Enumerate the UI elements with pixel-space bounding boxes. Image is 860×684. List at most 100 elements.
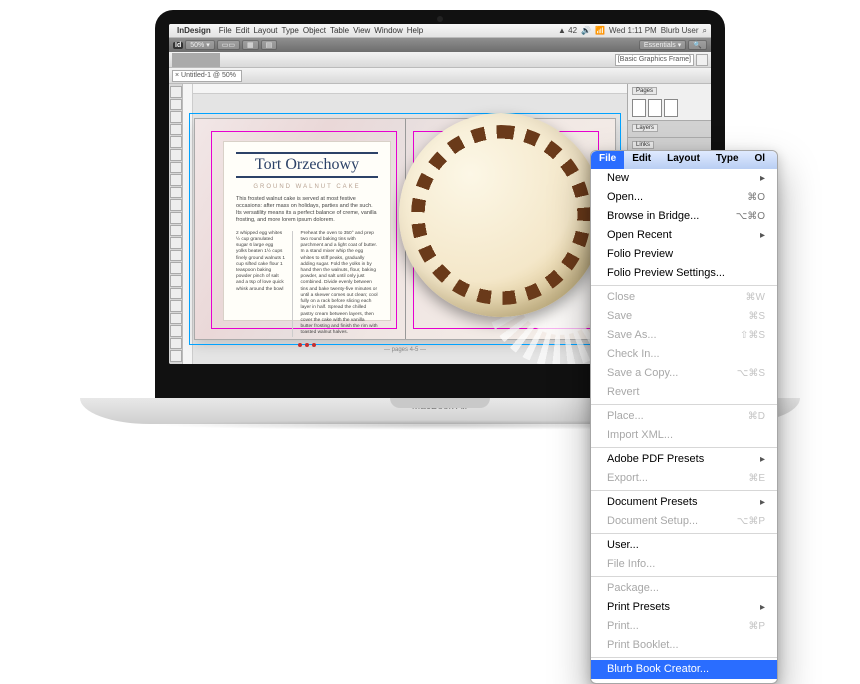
menu-item-folio-preview[interactable]: Folio Preview — [591, 245, 777, 264]
menu-item-package: Package... — [591, 579, 777, 598]
tool-button[interactable] — [170, 199, 182, 211]
screen-mode[interactable]: ▦ — [242, 40, 259, 50]
trackpad-notch — [390, 398, 490, 408]
recipe-text-frame[interactable]: Tort Orzechowy GROUND WALNUT CAKE This f… — [223, 141, 391, 321]
tool-button[interactable] — [170, 237, 182, 249]
menu-item-print-presets[interactable]: Print Presets — [591, 598, 777, 617]
view-options[interactable]: ▭▭ — [217, 40, 240, 50]
mac-menu-file[interactable]: File — [219, 26, 232, 35]
tool-button[interactable] — [170, 174, 182, 186]
mac-menu-edit[interactable]: Edit — [236, 26, 250, 35]
mac-menubar: InDesign File EditLayout Type Object Table Vi… — [169, 24, 711, 38]
menu-separator — [591, 490, 777, 491]
recipe-ingredients: 2 whipped egg whites ½ cup granulated su… — [236, 231, 293, 337]
mac-menu-help[interactable]: Help — [407, 26, 423, 35]
tool-button[interactable] — [170, 187, 182, 199]
menu-item-document-presets[interactable]: Document Presets — [591, 493, 777, 512]
tool-button[interactable] — [170, 212, 182, 224]
menu-separator — [591, 404, 777, 405]
tool-button[interactable] — [170, 288, 182, 300]
recipe-ornament — [236, 343, 378, 347]
ruler-horizontal[interactable] — [183, 84, 627, 94]
mac-menu-type[interactable]: Type — [282, 26, 299, 35]
tool-button[interactable] — [170, 350, 182, 362]
mac-menu-object[interactable]: Object — [303, 26, 326, 35]
control-button[interactable] — [218, 53, 220, 67]
menu-item-print-booklet: Print Booklet... — [591, 636, 777, 655]
links-tab[interactable]: Links — [632, 141, 654, 149]
doc-tab[interactable]: × Untitled-1 @ 50% — [172, 70, 242, 82]
tool-button[interactable] — [170, 162, 182, 174]
menu-item-print: Print...⌘P — [591, 617, 777, 636]
menu-separator — [591, 447, 777, 448]
page-thumb[interactable] — [664, 99, 678, 117]
page-thumb[interactable] — [632, 99, 646, 117]
page-thumb[interactable] — [648, 99, 662, 117]
tool-button[interactable] — [170, 262, 182, 274]
tool-button[interactable] — [170, 300, 182, 312]
mac-menu-view[interactable]: View — [353, 26, 370, 35]
control-flyout[interactable] — [696, 54, 708, 66]
indesign-badge-icon: Id — [173, 42, 183, 49]
layers-panel[interactable]: Layers — [628, 121, 711, 138]
pages-tab[interactable]: Pages — [632, 87, 657, 95]
tool-button[interactable] — [170, 99, 182, 111]
menu-tab-layout[interactable]: Layout — [659, 151, 708, 169]
mac-menu-table[interactable]: Table — [330, 26, 349, 35]
mac-menu-layout[interactable]: Layout — [253, 26, 277, 35]
tool-button[interactable] — [170, 313, 182, 325]
tool-button[interactable] — [170, 338, 182, 350]
user-label[interactable]: Blurb User — [661, 26, 699, 35]
menu-item-blurb-book-creator[interactable]: Blurb Book Creator... — [591, 660, 777, 679]
page-indicator: — pages 4-5 — — [384, 347, 426, 353]
menu-item-import-xml: Import XML... — [591, 426, 777, 445]
tool-button[interactable] — [170, 136, 182, 148]
menu-tab-file[interactable]: File — [591, 151, 624, 169]
menu-item-document-setup: Document Setup...⌥⌘P — [591, 512, 777, 531]
tool-button[interactable] — [170, 86, 182, 98]
mac-menu-window[interactable]: Window — [374, 26, 402, 35]
tools-panel — [169, 84, 183, 364]
tool-button[interactable] — [170, 124, 182, 136]
menu-item-browse-in-bridge[interactable]: Browse in Bridge...⌥⌘O — [591, 207, 777, 226]
menu-item-new[interactable]: New — [591, 169, 777, 188]
tool-button[interactable] — [170, 111, 182, 123]
tool-button[interactable] — [170, 275, 182, 287]
app-name[interactable]: InDesign — [177, 26, 211, 35]
tool-button[interactable] — [170, 149, 182, 161]
menu-item-save-a-copy: Save a Copy...⌥⌘S — [591, 364, 777, 383]
menu-item-adobe-pdf-presets[interactable]: Adobe PDF Presets — [591, 450, 777, 469]
page-spread[interactable]: Tort Orzechowy GROUND WALNUT CAKE This f… — [195, 119, 615, 339]
menu-item-folio-preview-settings[interactable]: Folio Preview Settings... — [591, 264, 777, 283]
tool-button[interactable] — [170, 225, 182, 237]
volume-icon[interactable]: 🔊 — [581, 26, 591, 35]
menu-item-place: Place...⌘D — [591, 407, 777, 426]
document-canvas[interactable]: Tort Orzechowy GROUND WALNUT CAKE This f… — [183, 84, 627, 364]
search-help[interactable]: 🔍 — [688, 40, 707, 50]
workspace-switcher[interactable]: Essentials ▾ — [639, 40, 686, 50]
arrange[interactable]: ▤ — [261, 40, 278, 50]
menu-item-open-recent[interactable]: Open Recent — [591, 226, 777, 245]
menu-item-revert: Revert — [591, 383, 777, 402]
cake-photo[interactable] — [399, 113, 603, 317]
spotlight-icon[interactable]: ⌕ — [703, 26, 707, 36]
tool-button[interactable] — [170, 250, 182, 262]
application-bar: Id 50% ▾ ▭▭ ▦ ▤ Essentials ▾ 🔍 — [169, 38, 711, 52]
wifi-icon[interactable]: 📶 — [595, 26, 605, 35]
layers-tab[interactable]: Layers — [632, 124, 658, 132]
recipe-title: Tort Orzechowy — [236, 152, 378, 178]
zoom-combo[interactable]: 50% ▾ — [185, 40, 214, 50]
zoom-label: ▲ 42 — [558, 26, 577, 35]
menu-item-open[interactable]: Open...⌘O — [591, 188, 777, 207]
menu-item-save-as: Save As...⇧⌘S — [591, 326, 777, 345]
menu-item-save: Save⌘S — [591, 307, 777, 326]
pages-panel[interactable]: Pages — [628, 84, 711, 121]
menu-tab-type[interactable]: Type — [708, 151, 747, 169]
style-combo[interactable]: [Basic Graphics Frame] — [615, 54, 694, 66]
menu-item-user[interactable]: User... — [591, 536, 777, 555]
clock[interactable]: Wed 1:11 PM — [609, 26, 657, 35]
menu-tab-edit[interactable]: Edit — [624, 151, 659, 169]
menu-separator — [591, 576, 777, 577]
tool-button[interactable] — [170, 325, 182, 337]
menu-tab-ol[interactable]: Ol — [747, 151, 774, 169]
